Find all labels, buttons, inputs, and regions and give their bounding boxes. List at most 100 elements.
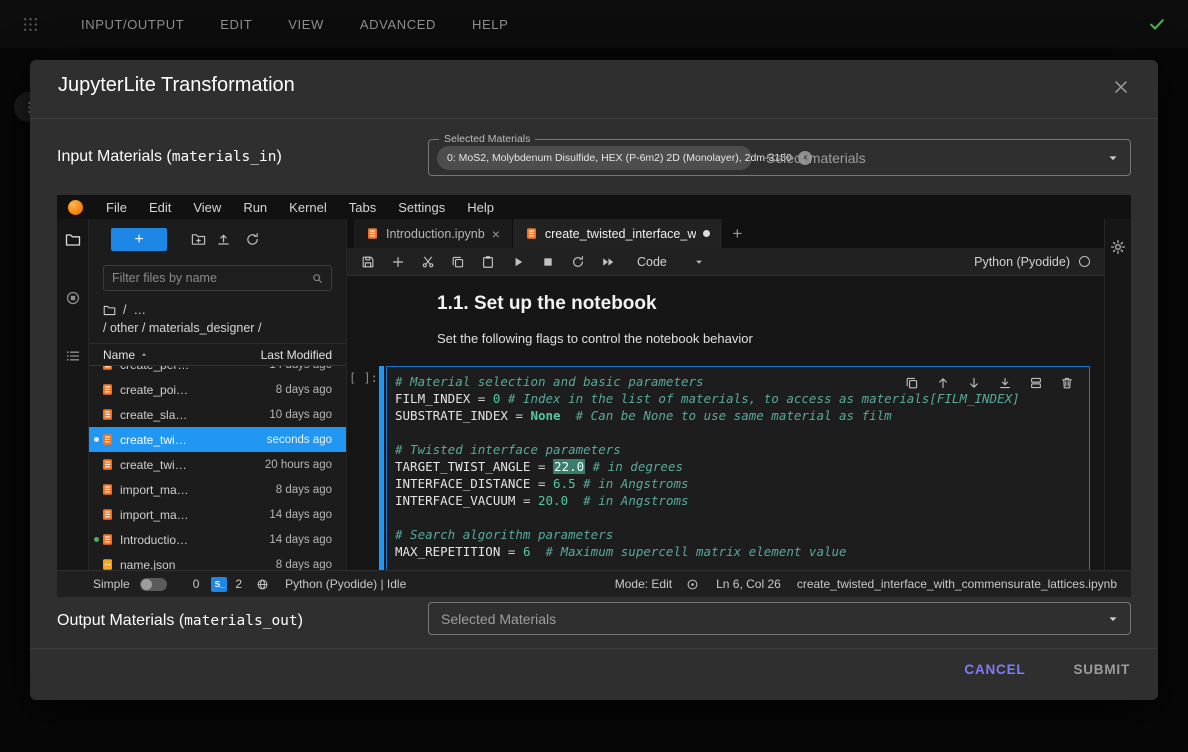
tab-introduction-ipynb[interactable]: Introduction.ipynb×	[354, 219, 513, 248]
submit-button[interactable]: SUBMIT	[1071, 658, 1132, 681]
file-row-introductio[interactable]: Introductio…14 days ago	[89, 527, 346, 552]
notebook-icon	[101, 533, 114, 546]
file-modified: seconds ago	[236, 434, 332, 446]
add-icon[interactable]	[391, 255, 405, 269]
move-down-icon[interactable]	[967, 376, 981, 390]
material-chip[interactable]: 0: MoS2, Molybdenum Disulfide, HEX (P-6m…	[437, 146, 752, 170]
file-name: create_twi…	[120, 458, 236, 472]
code-line: TARGET_TWIST_ANGLE = 22.0 # in degrees	[395, 458, 1081, 475]
copy-icon[interactable]	[451, 255, 465, 269]
jupyter-menu-run[interactable]: Run	[232, 200, 278, 215]
refresh-icon[interactable]	[245, 232, 260, 247]
active-filename: create_twisted_interface_with_commensura…	[797, 577, 1117, 591]
markdown-paragraph[interactable]: Set the following flags to control the n…	[437, 331, 753, 346]
dialog-actions: CANCEL SUBMIT	[962, 658, 1132, 681]
file-row-create-per[interactable]: create_per…14 days ago	[89, 366, 346, 377]
save-icon[interactable]	[361, 255, 375, 269]
input-label-text: Input Materials (	[57, 148, 172, 165]
simple-mode-toggle[interactable]	[140, 578, 167, 591]
running-sessions-tab-icon[interactable]	[65, 290, 81, 306]
cancel-button[interactable]: CANCEL	[962, 658, 1027, 681]
home-folder-icon[interactable]	[103, 304, 116, 317]
table-of-contents-tab-icon[interactable]	[65, 348, 81, 364]
dropdown-caret-icon[interactable]	[1106, 151, 1120, 165]
run-icon[interactable]	[511, 255, 525, 269]
json-file-icon	[101, 558, 114, 570]
input-label-code: materials_in	[172, 149, 277, 165]
code-cell[interactable]: [ ]: # Material selection and basic para…	[347, 366, 1090, 570]
output-select-placeholder: Selected Materials	[441, 611, 556, 627]
jupyterlite-embed: FileEditViewRunKernelTabsSettingsHelp +	[57, 195, 1131, 570]
jupyter-left-sidebar	[57, 219, 89, 570]
notebook-icon	[101, 433, 114, 446]
jupyter-menu-kernel[interactable]: Kernel	[278, 200, 338, 215]
column-name[interactable]: Name	[103, 348, 232, 362]
delete-icon[interactable]	[1060, 376, 1074, 390]
markdown-heading[interactable]: 1.1. Set up the notebook	[437, 293, 657, 315]
add-tab-button[interactable]: +	[732, 224, 742, 244]
kernel-indicator[interactable]: Python (Pyodide)	[974, 255, 1090, 269]
column-last-modified[interactable]: Last Modified	[232, 348, 332, 362]
output-dropdown-caret-icon[interactable]	[1106, 612, 1120, 626]
file-modified: 20 hours ago	[236, 459, 332, 471]
tab-create-twisted-interface-w[interactable]: create_twisted_interface_w	[513, 219, 723, 248]
close-icon[interactable]	[1112, 78, 1130, 96]
move-up-icon[interactable]	[936, 376, 950, 390]
input-materials-select[interactable]: Selected Materials 0: MoS2, Molybdenum D…	[428, 139, 1131, 176]
jupyter-menu-view[interactable]: View	[182, 200, 232, 215]
app-launcher-icon[interactable]	[22, 16, 39, 33]
code-editor[interactable]: # Material selection and basic parameter…	[386, 366, 1090, 570]
app-menu-help[interactable]: HELP	[472, 17, 508, 32]
insert-below-icon[interactable]	[1029, 376, 1043, 390]
app-menu-edit[interactable]: EDIT	[220, 17, 252, 32]
kernel-status[interactable]: Python (Pyodide) | Idle	[285, 577, 406, 591]
new-folder-icon[interactable]	[191, 232, 206, 247]
file-row-create-twi[interactable]: create_twi…seconds ago	[89, 427, 346, 452]
cut-icon[interactable]	[421, 255, 435, 269]
file-row-name-json[interactable]: name.json8 days ago	[89, 552, 346, 570]
breadcrumb-root[interactable]: /	[123, 303, 126, 317]
restart-icon[interactable]	[571, 255, 585, 269]
jupyter-menu-edit[interactable]: Edit	[138, 200, 182, 215]
file-browser-tab-icon[interactable]	[65, 232, 81, 248]
breadcrumb-path[interactable]: / other / materials_designer /	[103, 321, 261, 335]
code-line: FILM_INDEX = 0 # Index in the list of ma…	[395, 390, 1081, 407]
fast-forward-icon[interactable]	[601, 255, 615, 269]
notebook-icon	[101, 366, 114, 371]
file-row-create-poi[interactable]: create_poi…8 days ago	[89, 377, 346, 402]
file-row-import-ma[interactable]: import_ma…14 days ago	[89, 502, 346, 527]
duplicate-icon[interactable]	[905, 376, 919, 390]
app-menu-advanced[interactable]: ADVANCED	[360, 17, 436, 32]
insert-above-icon[interactable]	[998, 376, 1012, 390]
cell-toolbar	[905, 376, 1074, 390]
notebook-icon	[101, 408, 114, 421]
cell-prompt: [ ]:	[349, 366, 377, 570]
jupyter-menu-file[interactable]: File	[95, 200, 138, 215]
cell-type-dropdown[interactable]: Code	[637, 255, 705, 269]
settings-gear-icon[interactable]	[1110, 239, 1126, 255]
app-menu-view[interactable]: VIEW	[288, 17, 324, 32]
jupyter-menu-settings[interactable]: Settings	[387, 200, 456, 215]
file-row-create-twi[interactable]: create_twi…20 hours ago	[89, 452, 346, 477]
stop-icon[interactable]	[541, 255, 555, 269]
jupyter-menu-help[interactable]: Help	[456, 200, 505, 215]
accessibility-icon[interactable]	[686, 578, 699, 591]
file-filter	[103, 265, 332, 291]
confirm-check-icon[interactable]	[1148, 15, 1166, 33]
output-materials-select[interactable]: Selected Materials	[428, 602, 1131, 635]
paste-icon[interactable]	[481, 255, 495, 269]
globe-icon[interactable]	[256, 578, 269, 591]
file-row-import-ma[interactable]: import_ma…8 days ago	[89, 477, 346, 502]
file-name: create_sla…	[120, 408, 236, 422]
upload-icon[interactable]	[216, 232, 231, 247]
file-row-create-sla[interactable]: create_sla…10 days ago	[89, 402, 346, 427]
breadcrumb-ellipsis[interactable]: …	[133, 303, 146, 317]
tab-bar: Introduction.ipynb×create_twisted_interf…	[347, 219, 1104, 248]
tab-close-icon[interactable]: ×	[492, 227, 500, 241]
app-menu-input-output[interactable]: INPUT/OUTPUT	[81, 17, 184, 32]
file-filter-input[interactable]	[104, 271, 311, 285]
cursor-position[interactable]: Ln 6, Col 26	[716, 577, 781, 591]
new-launcher-button[interactable]: +	[111, 228, 167, 251]
jupyter-menu-tabs[interactable]: Tabs	[338, 200, 387, 215]
cell-collapser[interactable]	[379, 366, 384, 570]
